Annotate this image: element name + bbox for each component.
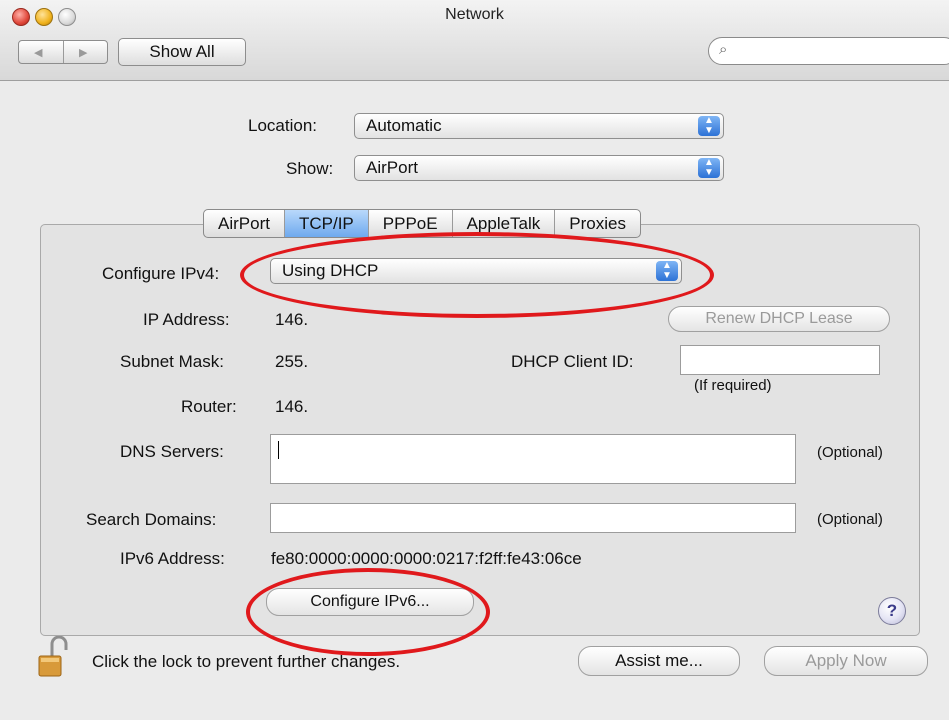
popup-stepper-icon: ▲ ▼ bbox=[698, 158, 720, 178]
configure-ipv4-label: Configure IPv4: bbox=[102, 264, 220, 283]
ip-address-value: 146. bbox=[275, 310, 309, 329]
location-value: Automatic bbox=[366, 116, 442, 135]
search-input[interactable]: ⌕ bbox=[708, 37, 949, 65]
show-all-button[interactable]: Show All bbox=[118, 38, 246, 66]
search-domains-label: Search Domains: bbox=[86, 510, 217, 529]
forward-arrow-icon[interactable]: ▶ bbox=[79, 46, 87, 59]
tab-pppoe[interactable]: PPPoE bbox=[369, 210, 453, 237]
help-button[interactable]: ? bbox=[878, 597, 906, 625]
search-domains-field[interactable] bbox=[270, 503, 796, 533]
subnet-mask-value: 255. bbox=[275, 352, 309, 371]
configure-ipv4-popup[interactable]: Using DHCP ▲ ▼ bbox=[270, 258, 682, 284]
popup-stepper-icon: ▲ ▼ bbox=[698, 116, 720, 136]
dhcp-client-id-hint: (If required) bbox=[694, 377, 772, 394]
renew-dhcp-lease-button[interactable]: Renew DHCP Lease bbox=[668, 306, 890, 332]
ip-address-label: IP Address: bbox=[143, 310, 230, 329]
window-title: Network bbox=[445, 6, 504, 23]
show-value: AirPort bbox=[366, 158, 418, 177]
back-forward-buttons[interactable]: ◀ ▶ bbox=[18, 40, 108, 64]
text-cursor bbox=[278, 441, 279, 459]
tcpip-panel bbox=[40, 224, 920, 636]
ipv6-address-label: IPv6 Address: bbox=[120, 549, 225, 568]
apply-now-button[interactable]: Apply Now bbox=[764, 646, 928, 676]
location-label: Location: bbox=[248, 116, 317, 135]
dns-servers-optional: (Optional) bbox=[817, 444, 883, 461]
dns-servers-label: DNS Servers: bbox=[120, 442, 224, 461]
router-label: Router: bbox=[181, 397, 237, 416]
lock-icon[interactable] bbox=[38, 636, 70, 678]
tab-appletalk[interactable]: AppleTalk bbox=[453, 210, 556, 237]
search-domains-optional: (Optional) bbox=[817, 511, 883, 528]
configure-ipv6-button[interactable]: Configure IPv6... bbox=[266, 588, 474, 616]
title-bar: Network ◀ ▶ Show All ⌕ bbox=[0, 0, 949, 81]
search-icon: ⌕ bbox=[719, 41, 728, 58]
router-value: 146. bbox=[275, 397, 309, 416]
lock-message: Click the lock to prevent further change… bbox=[92, 652, 401, 671]
show-popup[interactable]: AirPort ▲ ▼ bbox=[354, 155, 724, 181]
tab-airport[interactable]: AirPort bbox=[204, 210, 285, 237]
ipv6-address-value: fe80:0000:0000:0000:0217:f2ff:fe43:06ce bbox=[271, 549, 582, 568]
tab-bar: AirPort TCP/IP PPPoE AppleTalk Proxies bbox=[203, 209, 641, 238]
show-label: Show: bbox=[286, 159, 334, 178]
popup-stepper-icon: ▲ ▼ bbox=[656, 261, 678, 281]
location-popup[interactable]: Automatic ▲ ▼ bbox=[354, 113, 724, 139]
dhcp-client-id-label: DHCP Client ID: bbox=[511, 352, 634, 371]
dns-servers-field[interactable] bbox=[270, 434, 796, 484]
back-arrow-icon[interactable]: ◀ bbox=[34, 46, 42, 59]
assist-me-button[interactable]: Assist me... bbox=[578, 646, 740, 676]
subnet-mask-label: Subnet Mask: bbox=[120, 352, 224, 371]
tab-proxies[interactable]: Proxies bbox=[555, 210, 640, 237]
dhcp-client-id-field[interactable] bbox=[680, 345, 880, 375]
tab-tcpip[interactable]: TCP/IP bbox=[284, 210, 369, 237]
network-window: Network ◀ ▶ Show All ⌕ Location: Automat… bbox=[0, 0, 949, 720]
configure-ipv4-value: Using DHCP bbox=[282, 261, 379, 280]
